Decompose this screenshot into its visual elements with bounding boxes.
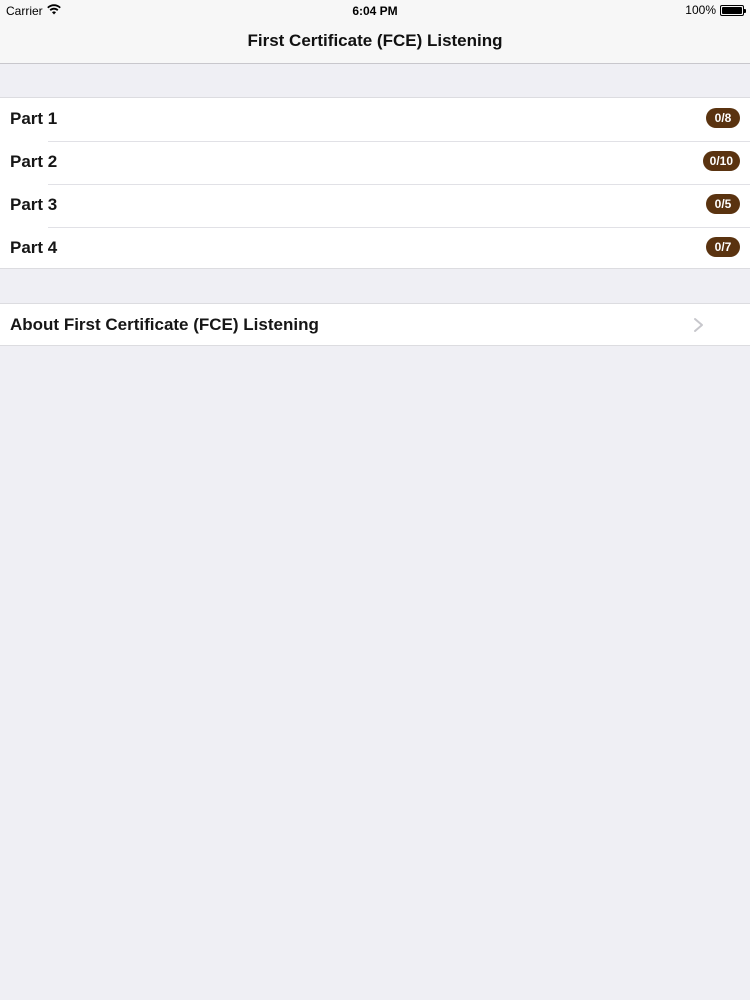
progress-badge: 0/10 [702,151,740,171]
about-section: About First Certificate (FCE) Listening [0,303,750,346]
part-label: Part 3 [10,195,58,214]
top-bar: Carrier 6:04 PM 100% First Certificate (… [0,0,750,64]
about-row[interactable]: About First Certificate (FCE) Listening [0,304,750,347]
part-label: Part 1 [10,109,58,128]
part-label: Part 4 [10,238,58,257]
progress-badge: 0/8 [706,108,740,128]
part-label: Part 2 [10,152,58,171]
list-item-part-4[interactable]: Part 4 0/7 [0,227,750,270]
list-item-part-3[interactable]: Part 3 0/5 [0,184,750,227]
page-title: First Certificate (FCE) Listening [247,31,503,50]
list-item-part-1[interactable]: Part 1 0/8 [0,98,750,141]
progress-badge: 0/7 [706,237,740,257]
chevron-right-icon [692,317,706,333]
status-time: 6:04 PM [352,4,398,18]
battery-icon [720,4,746,16]
list-item-part-2[interactable]: Part 2 0/10 [0,141,750,184]
about-label: About First Certificate (FCE) Listening [10,315,319,334]
status-bar: Carrier 6:04 PM 100% [0,0,750,20]
progress-badge: 0/5 [706,194,740,214]
app-screen: Carrier 6:04 PM 100% First Certificate (… [0,0,750,1000]
battery-percent: 100% [685,3,716,17]
status-right: 100% [685,3,746,17]
parts-list: Part 1 0/8 Part 2 0/10 Part 3 0/5 Part 4… [0,97,750,269]
